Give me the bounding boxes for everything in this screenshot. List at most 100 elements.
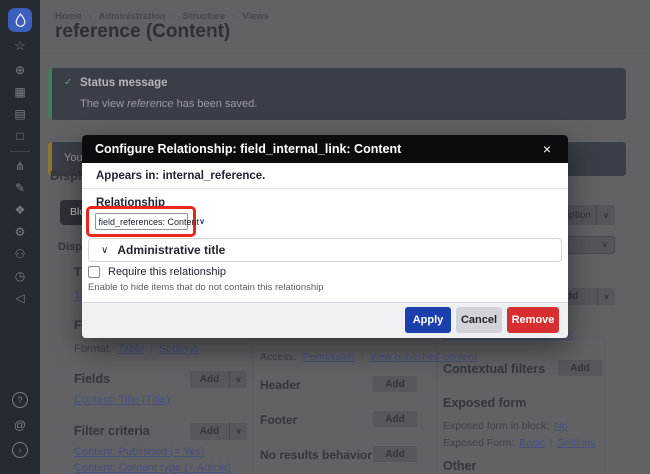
header-section-heading: Header [260, 378, 301, 392]
status-view-name: reference [127, 98, 173, 110]
chevron-down-icon: ∨ [229, 371, 247, 388]
dialog-titlebar[interactable]: Configure Relationship: field_internal_l… [82, 135, 568, 163]
exposed-block-link[interactable]: No [554, 420, 567, 432]
add-label: Add [190, 374, 229, 385]
exposed-block-row: Exposed form in block: No [443, 420, 568, 432]
dialog-footer: Apply Cancel Remove [82, 302, 568, 338]
require-relationship-row: Require this relationship [88, 266, 226, 278]
status-text-suffix: has been saved. [174, 98, 258, 110]
dialog-divider [82, 188, 568, 189]
footer-add-button[interactable]: Add [373, 411, 417, 427]
require-relationship-help: Enable to hide items that do not contain… [88, 282, 324, 293]
access-permission-link[interactable]: Permission [303, 351, 355, 363]
dialog-title: Configure Relationship: field_internal_l… [95, 142, 539, 156]
admin-sidebar: ☆ ⊕ ▦ ▤ □ ⋔ ✎ ❖ ⚙ ⚇ ◷ ◁ ? @ › [0, 0, 40, 474]
status-message-title: Status message [80, 77, 168, 89]
column-divider [604, 341, 605, 474]
no-results-heading: No results behavior [260, 448, 372, 462]
format-table-link[interactable]: Table [118, 343, 144, 355]
collapse-sidebar-icon[interactable]: › [12, 442, 28, 458]
column-divider [252, 341, 253, 474]
favorites-star-icon[interactable]: ☆ [0, 38, 40, 54]
appears-in-text: Appears in: internal_reference. [96, 170, 265, 182]
relationship-select-highlight: field_references: Content ∨ [86, 206, 196, 237]
relationship-select[interactable]: field_references: Content ∨ [95, 213, 188, 230]
announcements-megaphone-icon[interactable]: ◁ [0, 290, 40, 306]
fields-add-button[interactable]: Add ∨ [190, 371, 247, 388]
add-label: Add [373, 379, 417, 390]
cancel-button[interactable]: Cancel [456, 307, 502, 333]
relationship-select-value: field_references: Content [99, 217, 200, 227]
help-icon[interactable]: ? [12, 392, 28, 408]
format-row: Format: Table | Settings [74, 343, 199, 355]
filter-criteria-heading: Filter criteria [74, 424, 150, 438]
chevron-down-icon: ∨ [199, 217, 205, 226]
reports-clock-icon[interactable]: ◷ [0, 268, 40, 284]
filter-add-button[interactable]: Add ∨ [190, 423, 247, 440]
configuration-gear-icon[interactable]: ⚙ [0, 224, 40, 240]
appearance-brush-icon[interactable]: ✎ [0, 180, 40, 196]
configure-relationship-dialog: Configure Relationship: field_internal_l… [82, 135, 568, 338]
require-relationship-checkbox[interactable] [88, 266, 100, 278]
apply-button[interactable]: Apply [405, 307, 451, 333]
exposed-form-basic-link[interactable]: Basic [519, 437, 545, 449]
content-page-icon[interactable]: ▤ [0, 106, 40, 122]
fields-heading: Fields [74, 372, 110, 386]
close-icon[interactable]: × [539, 141, 555, 157]
administrative-title-label: Administrative title [117, 243, 225, 257]
warning-message-text: You [64, 152, 83, 164]
drupal-logo-icon[interactable] [8, 8, 32, 32]
mentions-at-icon[interactable]: @ [0, 417, 40, 433]
require-relationship-label[interactable]: Require this relationship [108, 266, 226, 278]
sidebar-divider [10, 151, 30, 152]
access-label: Access: [260, 351, 297, 363]
filter-published-link[interactable]: Content: Published (= Yes) [74, 446, 205, 458]
add-label: Add [558, 363, 602, 374]
exposed-form-row: Exposed Form: Basic | Settings [443, 437, 595, 449]
field-content-title-link[interactable]: Content: Title (Title) [74, 394, 170, 406]
contextual-filters-add-button[interactable]: Add [558, 360, 602, 376]
add-label: Add [190, 426, 229, 437]
add-label: Add [373, 414, 417, 425]
blocks-grid-icon[interactable]: ▦ [0, 84, 40, 100]
header-add-button[interactable]: Add [373, 376, 417, 392]
check-icon: ✓ [64, 77, 72, 88]
media-box-icon[interactable]: □ [0, 128, 40, 144]
pipe-separator: | [550, 438, 553, 449]
chevron-down-icon: ∨ [229, 423, 247, 440]
drupal-views-screen: ☆ ⊕ ▦ ▤ □ ⋔ ✎ ❖ ⚙ ⚇ ◷ ◁ ? @ › Home › Adm… [0, 0, 650, 474]
chevron-down-icon: ∨ [101, 245, 108, 256]
administrative-title-details[interactable]: ∨ Administrative title [88, 238, 562, 262]
status-message: ✓ Status message The view reference has … [48, 68, 626, 120]
exposed-form-label: Exposed Form: [443, 437, 514, 449]
exposed-form-heading: Exposed form [443, 396, 526, 410]
create-plus-icon[interactable]: ⊕ [0, 62, 40, 78]
contextual-filters-heading: Contextual filters [443, 362, 545, 376]
structure-icon[interactable]: ⋔ [0, 158, 40, 174]
format-label: Format: [74, 343, 112, 355]
pipe-separator: | [361, 352, 364, 363]
header-divider [40, 51, 650, 52]
people-icon[interactable]: ⚇ [0, 246, 40, 262]
status-text-prefix: The view [80, 98, 127, 110]
columns-top-divider [252, 341, 604, 342]
format-settings-link[interactable]: Settings [159, 343, 199, 355]
exposed-form-settings-link[interactable]: Settings [558, 437, 596, 449]
chevron-down-icon: ∨ [601, 239, 608, 250]
chevron-down-icon: ∨ [597, 288, 615, 305]
other-heading: Other [443, 459, 476, 473]
chevron-down-icon: ∨ [596, 205, 615, 225]
add-label: Add [373, 449, 417, 460]
filter-content-type-link[interactable]: Content: Content type (= Article) [74, 462, 231, 474]
favorite-star-icon[interactable]: ☆ [204, 26, 217, 43]
breadcrumb-separator: › [232, 11, 235, 22]
drupal-drop-glyph [14, 13, 27, 28]
footer-section-heading: Footer [260, 413, 297, 427]
no-results-add-button[interactable]: Add [373, 446, 417, 462]
pipe-separator: | [150, 344, 153, 355]
exposed-block-label: Exposed form in block: [443, 420, 549, 432]
breadcrumb-views[interactable]: Views [242, 11, 269, 22]
extend-icon[interactable]: ❖ [0, 202, 40, 218]
status-message-text: The view reference has been saved. [80, 98, 257, 110]
remove-button[interactable]: Remove [507, 307, 559, 333]
